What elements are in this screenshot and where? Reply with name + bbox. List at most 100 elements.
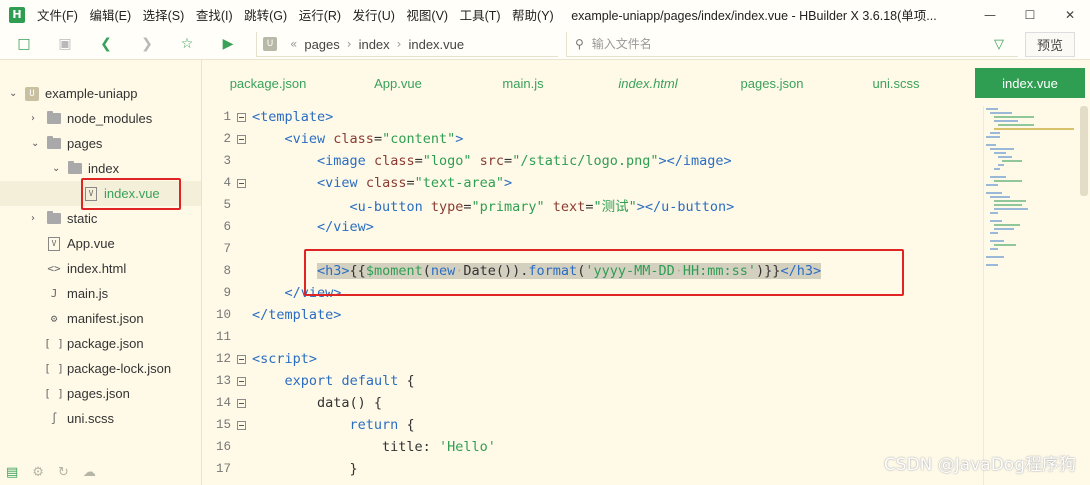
breadcrumb-item-index[interactable]: index xyxy=(359,37,390,52)
menu-tools[interactable]: 工具(T) xyxy=(460,5,501,24)
menu-bar: H 文件(F) 编辑(E) 选择(S) 查找(I) 跳转(G) 运行(R) 发行… xyxy=(0,0,1090,29)
menu-edit[interactable]: 编辑(E) xyxy=(89,5,131,24)
line-number: 15 xyxy=(215,418,231,432)
menu-goto[interactable]: 跳转(G) xyxy=(244,5,287,24)
project-explorer-icon[interactable]: ▤ xyxy=(6,465,18,480)
menu-view[interactable]: 视图(V) xyxy=(406,5,448,24)
tree-item-label: example-uniapp xyxy=(45,86,138,101)
menu-select[interactable]: 选择(S) xyxy=(143,5,185,24)
tab-index-vue[interactable]: index.vue xyxy=(975,68,1085,98)
chevron-right-icon[interactable]: › xyxy=(31,213,41,224)
debug-icon[interactable]: ⚙ xyxy=(32,465,44,480)
code-line: 1 <template> xyxy=(203,106,983,128)
window-controls: — ☐ ✕ xyxy=(970,0,1090,29)
code-line: 3 <image class="logo" src="/static/logo.… xyxy=(203,150,983,172)
fold-toggle-icon[interactable] xyxy=(235,397,248,410)
tab-index-html[interactable]: index.html xyxy=(583,68,713,98)
tree-item-project[interactable]: ⌄ U example-uniapp xyxy=(9,81,138,106)
breadcrumb: U « pages › index › index.vue xyxy=(256,32,558,57)
toolbar: □ ▣ ❮ ❯ ☆ ▶ U « pages › index › index.vu… xyxy=(0,29,1090,60)
tree-item-label: node_modules xyxy=(67,111,153,126)
line-number: 3 xyxy=(223,154,231,168)
code-line: 13 export default { xyxy=(203,370,983,392)
menu-file[interactable]: 文件(F) xyxy=(37,5,78,24)
tab-main-js[interactable]: main.js xyxy=(458,68,588,98)
fold-toggle-icon[interactable] xyxy=(235,133,248,146)
star-icon[interactable]: ☆ xyxy=(179,36,195,52)
fold-toggle-icon[interactable] xyxy=(235,375,248,388)
fold-toggle-icon[interactable] xyxy=(235,177,248,190)
json-file-icon: [ ] xyxy=(44,362,64,375)
scss-file-icon: ∫ xyxy=(50,412,58,425)
tree-item-label: pages.json xyxy=(67,386,130,401)
tree-item-label: index xyxy=(88,161,120,176)
code-line: 2 <view class="content"> xyxy=(203,128,983,150)
run-icon[interactable]: ▶ xyxy=(220,36,236,52)
tree-item-pages-json[interactable]: [ ] pages.json xyxy=(41,381,130,406)
chevron-down-icon[interactable]: ⌄ xyxy=(9,88,19,99)
breadcrumb-item-file[interactable]: index.vue xyxy=(408,37,464,52)
tree-item-pages[interactable]: ⌄ pages xyxy=(31,131,102,156)
tree-item-label: main.js xyxy=(67,286,109,301)
source-control-icon[interactable]: ↻ xyxy=(58,465,69,480)
tree-item-uni-scss[interactable]: ∫ uni.scss xyxy=(41,406,114,431)
line-number: 1 xyxy=(223,110,231,124)
minimize-icon[interactable]: — xyxy=(970,0,1010,29)
tree-item-node-modules[interactable]: › node_modules xyxy=(31,106,152,131)
app-logo-icon: H xyxy=(9,6,25,23)
filter-icon[interactable]: ▽ xyxy=(994,37,1004,52)
menu-help[interactable]: 帮助(Y) xyxy=(512,5,554,24)
save-icon[interactable]: ▣ xyxy=(57,36,73,52)
chevron-down-icon[interactable]: ⌄ xyxy=(31,138,41,149)
tree-item-package-lock[interactable]: [ ] package-lock.json xyxy=(41,356,171,381)
highlight-box xyxy=(304,249,904,296)
line-number: 11 xyxy=(215,330,231,344)
chevron-right-icon[interactable]: › xyxy=(31,113,41,124)
code-line: 12 <script> xyxy=(203,348,983,370)
line-number: 17 xyxy=(215,462,231,476)
chevron-down-icon[interactable]: ⌄ xyxy=(52,163,62,174)
code-line: 6 </view> xyxy=(203,216,983,238)
code-line: 11 xyxy=(203,326,983,348)
menu-find[interactable]: 查找(I) xyxy=(196,5,233,24)
tree-item-app-vue[interactable]: V App.vue xyxy=(41,231,115,256)
folder-icon xyxy=(47,136,61,149)
tree-item-label: index.html xyxy=(67,261,127,276)
tree-item-index-html[interactable]: <> index.html xyxy=(41,256,126,281)
tree-item-manifest[interactable]: ⚙ manifest.json xyxy=(41,306,144,331)
scrollbar[interactable] xyxy=(1080,106,1088,196)
editor-tabs: package.json App.vue main.js index.html … xyxy=(203,68,1090,98)
vue-file-icon: V xyxy=(48,236,60,251)
preview-button[interactable]: 预览 xyxy=(1025,32,1075,57)
breadcrumb-separator: « xyxy=(290,37,298,51)
menu-publish[interactable]: 发行(U) xyxy=(353,5,395,24)
breadcrumb-item-pages[interactable]: pages xyxy=(304,37,339,52)
line-number: 13 xyxy=(215,374,231,388)
fold-toggle-icon[interactable] xyxy=(235,419,248,432)
line-number: 6 xyxy=(223,220,231,234)
code-line: 4 <view class="text-area"> xyxy=(203,172,983,194)
tree-item-label: package.json xyxy=(67,336,144,351)
fold-toggle-icon[interactable] xyxy=(235,111,248,124)
tree-item-package-json[interactable]: [ ] package.json xyxy=(41,331,144,356)
maximize-icon[interactable]: ☐ xyxy=(1010,0,1050,29)
tab-uni-scss[interactable]: uni.scss xyxy=(831,68,961,98)
menu-run[interactable]: 运行(R) xyxy=(299,5,341,24)
project-icon: U xyxy=(25,86,39,101)
tree-item-main-js[interactable]: J main.js xyxy=(41,281,109,306)
cloud-icon[interactable]: ☁ xyxy=(83,465,96,480)
tab-pages-json[interactable]: pages.json xyxy=(707,68,837,98)
back-icon[interactable]: ❮ xyxy=(98,36,114,52)
file-search-input[interactable] xyxy=(591,37,952,51)
tab-app-vue[interactable]: App.vue xyxy=(333,68,463,98)
close-icon[interactable]: ✕ xyxy=(1050,0,1090,29)
tree-item-label: manifest.json xyxy=(67,311,144,326)
breadcrumb-separator: › xyxy=(396,37,402,51)
minimap[interactable] xyxy=(983,106,1090,485)
tab-package-json[interactable]: package.json xyxy=(203,68,333,98)
forward-icon[interactable]: ❯ xyxy=(139,36,155,52)
new-file-icon[interactable]: □ xyxy=(16,36,32,52)
fold-toggle-icon[interactable] xyxy=(235,353,248,366)
breadcrumb-separator: › xyxy=(346,37,352,51)
folder-icon xyxy=(47,111,61,124)
